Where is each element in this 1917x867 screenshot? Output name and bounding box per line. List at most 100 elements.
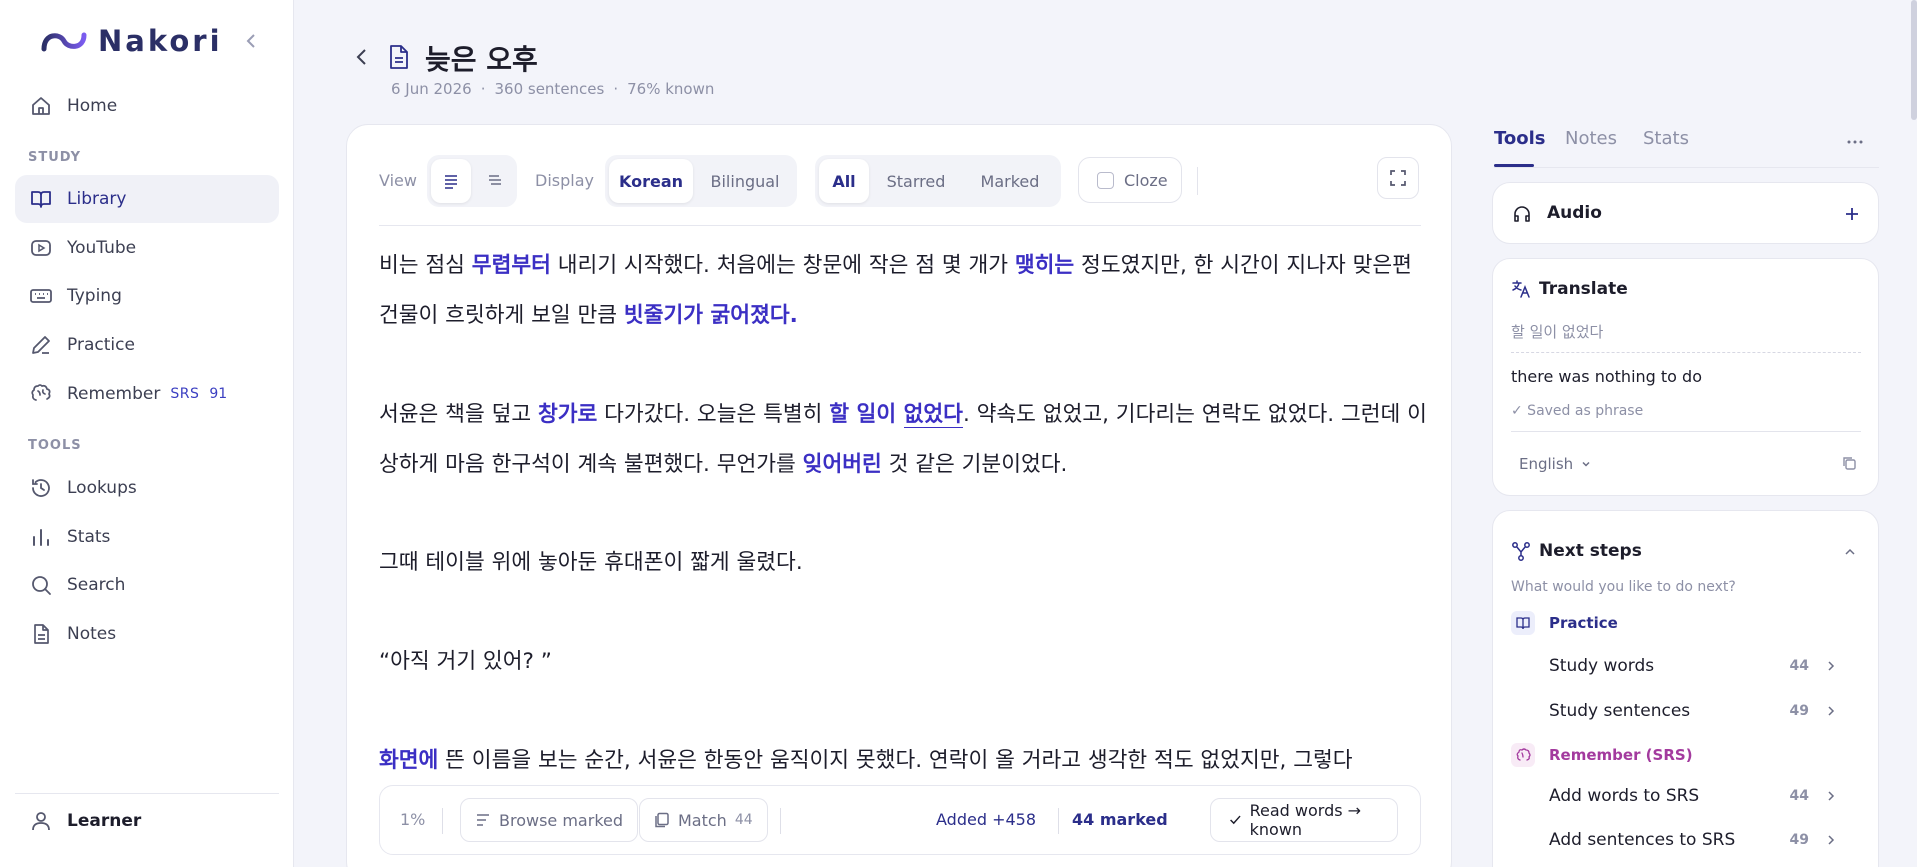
browse-marked-button[interactable]: Browse marked	[460, 798, 639, 842]
highlighted-word[interactable]: 무렵부터	[472, 253, 551, 278]
text-segment: 내리기 시작했다. 처음에는 창문에 작은 점 몇 개가	[550, 253, 1015, 278]
sidebar-item-home[interactable]: Home	[15, 82, 279, 130]
highlighted-word[interactable]: 화면에	[379, 748, 438, 773]
paragraph-5: 화면에 뜬 이름을 보는 순간, 서윤은 한동안 움직이지 못했다. 연락이 올…	[379, 736, 1429, 786]
marked-count: 44 marked	[1072, 810, 1168, 829]
chevron-right-icon	[1828, 791, 1835, 801]
display-bilingual-button[interactable]: Bilingual	[697, 159, 793, 203]
user-menu[interactable]: Learner	[15, 797, 279, 845]
notes-icon	[34, 624, 49, 644]
step-label: Add words to SRS	[1549, 786, 1700, 806]
translate-divider	[1511, 431, 1861, 432]
bar-divider	[780, 808, 781, 834]
search-icon	[32, 576, 51, 595]
youtube-icon	[31, 240, 51, 256]
highlighted-word[interactable]: 빗줄기가 굵어졌다.	[624, 303, 798, 328]
text-segment: 서윤은 책을 덮고	[379, 402, 538, 427]
meta-separator: ·	[480, 80, 486, 98]
next-steps-title: Next steps	[1539, 541, 1642, 561]
step-count: 49	[1789, 703, 1809, 719]
step-count: 44	[1789, 788, 1809, 804]
plus-icon[interactable]	[1845, 207, 1859, 221]
sidebar-item-lookups[interactable]: Lookups	[15, 464, 279, 512]
brain-icon	[31, 384, 51, 401]
audio-card[interactable]: Audio	[1492, 182, 1879, 244]
highlighted-word[interactable]: 잊어버린	[803, 452, 882, 477]
sidebar-item-search[interactable]: Search	[15, 561, 279, 609]
tab-notes[interactable]: Notes	[1565, 128, 1617, 149]
view-sentences-button[interactable]	[475, 159, 515, 203]
display-toggle: Korean Bilingual	[605, 155, 797, 207]
study-words-item[interactable]: Study words 44	[1549, 651, 1849, 681]
sidebar-item-typing[interactable]: Typing	[15, 272, 279, 320]
fullscreen-button[interactable]	[1377, 157, 1419, 199]
sidebar-item-stats[interactable]: Stats	[15, 513, 279, 561]
copy-icon[interactable]	[1841, 455, 1857, 471]
filter-starred-button[interactable]: Starred	[873, 159, 959, 203]
sidebar-item-label: Typing	[67, 286, 122, 306]
sidebar-item-label: Practice	[67, 335, 135, 355]
toolbar-separator	[379, 225, 1421, 226]
chevron-up-icon[interactable]	[1843, 545, 1857, 559]
branch-icon	[1512, 542, 1530, 561]
filter-marked-button[interactable]: Marked	[963, 159, 1057, 203]
section-study: STUDY	[28, 150, 82, 165]
check-icon	[1230, 815, 1241, 825]
more-options-button[interactable]	[1845, 132, 1865, 152]
chevron-right-icon	[1828, 661, 1835, 671]
cloze-toggle[interactable]: Cloze	[1078, 157, 1182, 203]
chevron-right-icon	[1828, 706, 1835, 716]
sidebar-item-label: Remember	[67, 384, 161, 404]
reader-bottom-bar: 1% Browse marked Match 44 Added +458 44 …	[379, 785, 1421, 855]
more-horizontal-icon	[1847, 140, 1863, 144]
meta-separator: ·	[613, 80, 619, 98]
display-korean-button[interactable]: Korean	[609, 159, 693, 203]
add-words-srs-item[interactable]: Add words to SRS 44	[1549, 781, 1849, 811]
chevron-right-icon	[1828, 835, 1835, 845]
known-percent: 76% known	[627, 80, 715, 98]
tab-tools[interactable]: Tools	[1494, 128, 1546, 149]
match-button[interactable]: Match 44	[639, 798, 768, 842]
sidebar-item-library[interactable]: Library	[15, 175, 279, 223]
keyboard-icon	[30, 289, 52, 303]
sidebar-item-notes[interactable]: Notes	[15, 610, 279, 658]
cloze-checkbox[interactable]	[1097, 171, 1114, 189]
logo-icon	[41, 32, 87, 52]
selected-phrase[interactable]: 할 일이	[829, 402, 903, 427]
sidebar-item-label: Notes	[67, 624, 117, 644]
view-paragraph-button[interactable]	[431, 159, 471, 203]
step-label: Add sentences to SRS	[1549, 830, 1736, 850]
home-icon	[32, 97, 50, 115]
cards-icon	[655, 812, 669, 828]
filter-all-button[interactable]: All	[819, 159, 869, 203]
study-sentences-item[interactable]: Study sentences 49	[1549, 696, 1849, 726]
progress-percent: 1%	[400, 810, 426, 829]
saved-status: ✓ Saved as phrase	[1511, 403, 1644, 419]
tab-separator	[1494, 167, 1879, 168]
sidebar-item-practice[interactable]: Practice	[15, 321, 279, 369]
translate-card: Translate 할 일이 없었다 there was nothing to …	[1492, 258, 1879, 496]
read-words-known-label: Read words → known	[1249, 801, 1362, 839]
practice-icon-box	[1511, 611, 1535, 635]
sidebar-item-label: Home	[67, 96, 118, 116]
add-sentences-srs-item[interactable]: Add sentences to SRS 49	[1549, 825, 1849, 855]
highlighted-word[interactable]: 맺히는	[1015, 253, 1074, 278]
highlighted-word[interactable]: 창가로	[538, 402, 597, 427]
step-count: 49	[1789, 832, 1809, 848]
page-scrollbar[interactable]	[1911, 0, 1917, 120]
sidebar-item-remember[interactable]: Remember SRS 91	[15, 370, 279, 418]
read-words-known-button[interactable]: Read words → known	[1210, 798, 1398, 842]
selected-phrase[interactable]: 없었다	[903, 402, 963, 428]
back-button[interactable]	[352, 46, 372, 68]
sidebar-item-label: Stats	[67, 527, 111, 547]
paragraph-2: 서윤은 책을 덮고 창가로 다가갔다. 오늘은 특별히 할 일이 없었다. 약속…	[379, 390, 1429, 490]
language-select[interactable]: English	[1519, 455, 1591, 473]
tab-stats[interactable]: Stats	[1643, 128, 1689, 149]
match-label: Match	[678, 810, 727, 830]
sidebar-item-youtube[interactable]: YouTube	[15, 224, 279, 272]
document-icon	[388, 44, 410, 70]
next-steps-prompt: What would you like to do next?	[1511, 579, 1736, 595]
paragraph-icon	[445, 175, 457, 189]
pencil-icon	[32, 336, 50, 354]
collapse-sidebar-button[interactable]	[244, 32, 258, 50]
